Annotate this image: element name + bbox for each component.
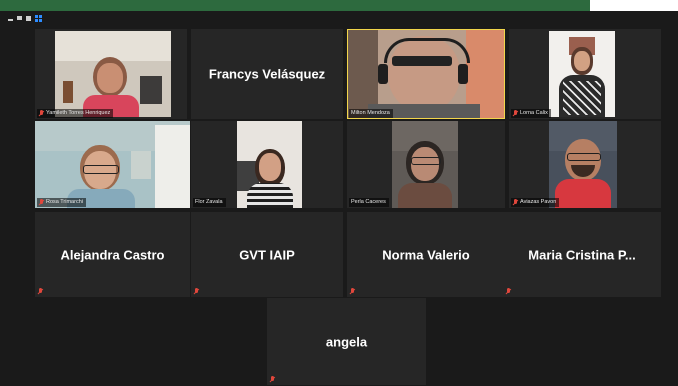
participant-display-name: Francys Velásquez: [208, 66, 326, 82]
mic-muted-icon: [194, 288, 199, 295]
participant-name-label: Flor Zavala: [193, 198, 226, 207]
video-tile-rosa[interactable]: Rosa Trimarchi: [35, 121, 190, 208]
participant-name-label: Lorna Calix: [511, 109, 551, 118]
window-title-bar: [0, 0, 590, 11]
video-tile-lorna[interactable]: Lorna Calix: [509, 29, 661, 119]
mic-muted-icon: [39, 199, 44, 206]
video-tile-yamileth[interactable]: Yamileth Torres Henriquez: [35, 29, 187, 119]
minimize-icon[interactable]: [8, 19, 13, 21]
mic-muted-icon: [38, 288, 43, 295]
fullscreen-icon[interactable]: [26, 15, 31, 21]
video-tile-aviazas[interactable]: Aviazas Pavon: [509, 121, 661, 208]
video-tile-milton[interactable]: Milton Mendoza: [347, 29, 505, 119]
video-tile-francys[interactable]: Francys Velásquez: [191, 29, 343, 119]
video-tile-flor[interactable]: Flor Zavala: [191, 121, 343, 208]
participant-name-label: Milton Mendoza: [349, 109, 393, 118]
video-tile-perla[interactable]: Perla Caceres: [347, 121, 505, 208]
restore-icon[interactable]: [17, 16, 22, 20]
video-feed: [549, 31, 615, 117]
participant-display-name: GVT IAIP: [239, 247, 295, 262]
participant-name-label: Perla Caceres: [349, 198, 389, 207]
video-feed: [348, 30, 504, 118]
participant-name-label: Rosa Trimarchi: [37, 198, 86, 207]
video-feed: [392, 121, 458, 208]
video-feed: [55, 31, 171, 117]
mic-muted-icon: [270, 376, 275, 383]
title-bar-blank: [590, 0, 678, 11]
mic-muted-icon: [513, 199, 518, 206]
video-tile-angela[interactable]: angela: [267, 298, 426, 385]
view-toolbar: [8, 13, 42, 23]
participant-name-label: Aviazas Pavon: [511, 198, 560, 207]
mic-muted-icon: [350, 288, 355, 295]
video-tile-norma[interactable]: Norma Valerio: [347, 212, 505, 297]
video-feed: [237, 121, 302, 208]
mic-muted-icon: [513, 110, 518, 117]
participant-display-name: Maria Cristina P...: [528, 247, 636, 262]
video-tile-maria[interactable]: Maria Cristina P...: [503, 212, 661, 297]
gallery-view-icon[interactable]: [35, 14, 42, 22]
participant-name-label: Yamileth Torres Henriquez: [37, 109, 114, 118]
video-tile-alejandra[interactable]: Alejandra Castro: [35, 212, 190, 297]
mic-muted-icon: [506, 288, 511, 295]
video-feed: [549, 121, 617, 208]
participant-display-name: Alejandra Castro: [60, 247, 165, 262]
participant-display-name: Norma Valerio: [382, 247, 470, 262]
mic-muted-icon: [39, 110, 44, 117]
video-tile-gvt[interactable]: GVT IAIP: [191, 212, 343, 297]
video-feed: [35, 121, 190, 208]
participant-display-name: angela: [325, 334, 368, 349]
